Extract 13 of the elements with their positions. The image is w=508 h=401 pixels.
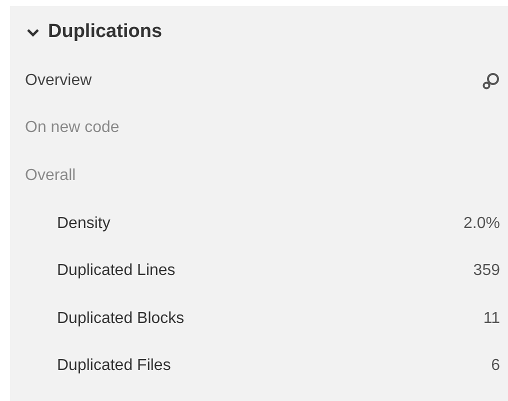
search-icon[interactable] [482, 72, 500, 90]
metric-value: 359 [473, 262, 500, 280]
group-label: On new code [25, 119, 120, 138]
metric-value: 2.0% [464, 214, 500, 233]
overview-link[interactable]: Overview [25, 72, 92, 90]
metric-label: Duplicated Files [57, 357, 171, 376]
metric-value: 11 [483, 310, 500, 328]
metric-label: Duplicated Lines [57, 262, 176, 280]
group-label: Overall [25, 166, 76, 185]
metric-label: Density [57, 214, 110, 233]
metric-value: 6 [491, 357, 500, 376]
section-header[interactable]: Duplications [10, 6, 162, 57]
metric-label: Duplicated Blocks [57, 310, 184, 328]
